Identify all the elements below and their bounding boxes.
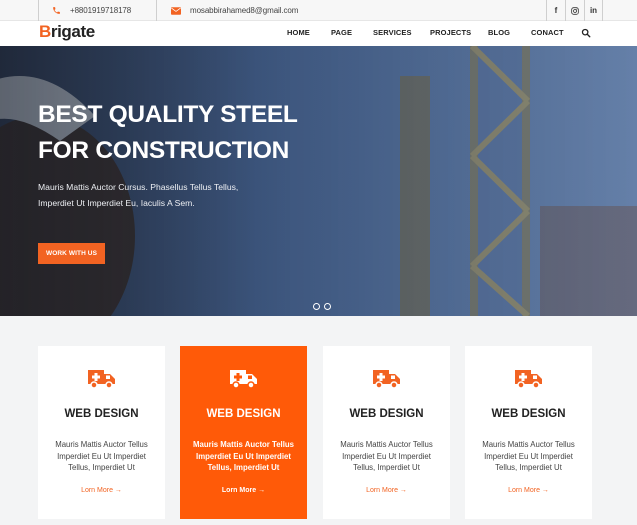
nav-item-contact[interactable]: CONACT — [531, 28, 564, 37]
arrow-right-icon: → — [114, 487, 122, 494]
hero-description: Mauris Mattis Auctor Cursus. Phasellus T… — [38, 182, 239, 208]
work-with-us-button[interactable]: WORK WITH US — [38, 243, 105, 264]
email-address: mosabbirahamed8@gmail.com — [190, 6, 299, 15]
divider — [156, 0, 157, 21]
learn-more-link[interactable]: Lorn More → — [465, 487, 592, 494]
arrow-right-icon: → — [258, 487, 266, 494]
learn-more-link[interactable]: Lorn More → — [38, 487, 165, 494]
logo[interactable]: Brigate — [39, 22, 95, 42]
mail-icon — [171, 6, 181, 15]
arrow-right-icon: → — [399, 487, 407, 494]
service-description: Mauris Mattis Auctor Tellus Imperdiet Eu… — [482, 440, 575, 473]
phone-icon — [53, 7, 60, 14]
service-card[interactable]: WEB DESIGN Mauris Mattis Auctor Tellus I… — [323, 346, 450, 519]
ambulance-icon — [373, 370, 400, 389]
ambulance-icon — [515, 370, 542, 389]
learn-more-label: Lorn More — [81, 487, 113, 494]
learn-more-label: Lorn More — [221, 487, 257, 494]
social-links: f in — [546, 0, 603, 21]
logo-text: rigate — [50, 22, 95, 41]
service-card[interactable]: WEB DESIGN Mauris Mattis Auctor Tellus I… — [465, 346, 592, 519]
search-icon[interactable] — [581, 28, 591, 38]
learn-more-label: Lorn More — [508, 487, 540, 494]
ambulance-icon — [230, 370, 257, 389]
service-card[interactable]: WEB DESIGN Mauris Mattis Auctor Tellus I… — [38, 346, 165, 519]
learn-more-link[interactable]: Lorn More → — [323, 487, 450, 494]
top-bar: +8801919718178 mosabbirahamed8@gmail.com… — [0, 0, 637, 21]
nav-item-blog[interactable]: BLOG — [488, 28, 510, 37]
service-title: WEB DESIGN — [64, 408, 139, 420]
phone-number: +8801919718178 — [70, 6, 132, 15]
nav-item-home[interactable]: HOME — [287, 28, 310, 37]
arrow-right-icon: → — [541, 487, 549, 494]
divider — [38, 0, 39, 21]
navbar: Brigate HOME PAGE SERVICES PROJECTS BLOG… — [0, 21, 637, 46]
instagram-icon[interactable] — [565, 0, 584, 21]
logo-initial: B — [39, 22, 51, 41]
service-description: Mauris Mattis Auctor Tellus Imperdiet Eu… — [55, 440, 148, 473]
hero-title: BEST QUALITY STEEL FOR CONSTRUCTION — [38, 101, 298, 164]
linkedin-icon[interactable]: in — [584, 0, 603, 21]
nav-item-services[interactable]: SERVICES — [373, 28, 412, 37]
slider-dot[interactable] — [324, 303, 331, 310]
slider-dots — [313, 303, 331, 310]
facebook-icon[interactable]: f — [546, 0, 565, 21]
service-description: Mauris Mattis Auctor Tellus Imperdiet Eu… — [340, 440, 433, 473]
phone-contact[interactable]: +8801919718178 — [52, 0, 131, 21]
ambulance-icon — [88, 370, 115, 389]
service-description: Mauris Mattis Auctor Tellus Imperdiet Eu… — [193, 440, 294, 473]
services-section: WEB DESIGN Mauris Mattis Auctor Tellus I… — [0, 316, 637, 525]
service-title: WEB DESIGN — [491, 408, 566, 420]
slider-dot[interactable] — [313, 303, 320, 310]
hero-slider: BEST QUALITY STEEL FOR CONSTRUCTION Maur… — [0, 46, 637, 316]
learn-more-label: Lorn More — [366, 487, 398, 494]
email-contact[interactable]: mosabbirahamed8@gmail.com — [171, 0, 298, 21]
learn-more-link[interactable]: Lorn More → — [180, 487, 307, 494]
page: +8801919718178 mosabbirahamed8@gmail.com… — [0, 0, 637, 525]
service-title: WEB DESIGN — [349, 408, 424, 420]
service-title: WEB DESIGN — [206, 408, 281, 420]
nav-item-projects[interactable]: PROJECTS — [430, 28, 471, 37]
service-card-active[interactable]: WEB DESIGN Mauris Mattis Auctor Tellus I… — [180, 346, 307, 519]
nav-item-page[interactable]: PAGE — [331, 28, 352, 37]
